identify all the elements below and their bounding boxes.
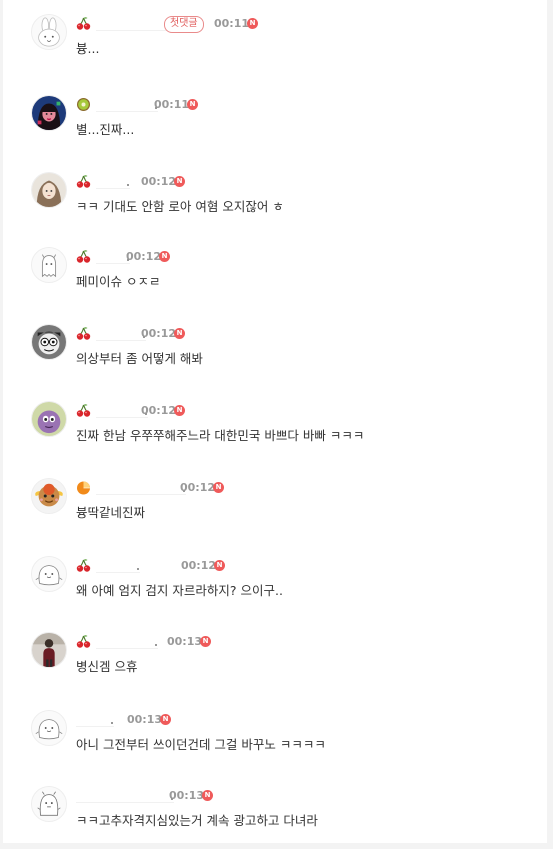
avatar[interactable]	[31, 247, 67, 283]
cherry-level-icon	[76, 249, 91, 264]
new-badge-icon: N	[247, 18, 258, 29]
avatar[interactable]	[31, 710, 67, 746]
cherry-level-icon	[76, 403, 91, 418]
comment-text: 별...진짜...	[76, 122, 135, 137]
nickname-redacted[interactable]	[96, 174, 130, 189]
avatar[interactable]	[31, 786, 67, 822]
comment-text: 왜 아예 엄지 검지 자르라하지? 으이구..	[76, 583, 283, 598]
comment-time: 00:12	[141, 327, 177, 340]
nickname-redacted[interactable]	[96, 97, 158, 112]
comment-time: 00:13	[127, 713, 163, 726]
comment-text: 아니 그전부터 쓰이던건데 그걸 바꾸노 ㅋㅋㅋㅋ	[76, 737, 326, 752]
avatar[interactable]	[31, 556, 67, 592]
nickname-fragment	[137, 568, 139, 570]
nickname-redacted[interactable]	[76, 712, 114, 727]
comment-text: ㅋㅋ 기대도 안함 로아 여혐 오지잖어 ㅎ	[76, 199, 284, 214]
avatar[interactable]	[31, 324, 67, 360]
comment-time: 00:11	[214, 17, 250, 30]
avatar[interactable]	[31, 172, 67, 208]
avatar[interactable]	[31, 478, 67, 514]
nickname-redacted[interactable]	[96, 558, 140, 573]
comment-time: 00:12	[180, 481, 216, 494]
new-badge-icon: N	[214, 560, 225, 571]
new-badge-icon: N	[174, 328, 185, 339]
new-badge-icon: N	[160, 714, 171, 725]
comment-item: 00:12 N 븅딱같네진짜	[3, 464, 547, 541]
comment-item: 00:11 N 별...진짜...	[3, 81, 547, 158]
nickname-fragment	[155, 644, 157, 646]
new-badge-icon: N	[200, 636, 211, 647]
avatar[interactable]	[31, 95, 67, 131]
avatar[interactable]	[31, 401, 67, 437]
comment-time: 00:12	[141, 175, 177, 188]
comment-text: ㅋㅋ고추자격지심있는거 계속 광고하고 다녀라	[76, 813, 318, 828]
cherry-level-icon	[76, 174, 91, 189]
comment-text: 의상부터 좀 어떻게 해봐	[76, 351, 203, 366]
new-badge-icon: N	[159, 251, 170, 262]
new-badge-icon: N	[202, 790, 213, 801]
cherry-level-icon	[76, 326, 91, 341]
comment-item: 00:12 N 의상부터 좀 어떻게 해봐	[3, 310, 547, 387]
comment-text: 페미이슈 ㅇㅈㄹ	[76, 274, 161, 289]
comment-text: 븅딱같네진짜	[76, 505, 146, 520]
avatar[interactable]	[31, 14, 67, 50]
comment-item: 첫댓글 00:11 N 븅...	[3, 0, 547, 77]
cherry-level-icon	[76, 16, 91, 31]
nickname-redacted[interactable]	[96, 480, 186, 495]
orange-level-icon	[76, 480, 91, 495]
avatar[interactable]	[31, 632, 67, 668]
comment-text: 븅...	[76, 41, 100, 56]
comment-text: 진짜 한남 우쭈쭈해주느라 대한민국 바쁘다 바빠 ㅋㅋㅋ	[76, 428, 365, 443]
comment-time: 00:12	[181, 559, 217, 572]
comment-time: 00:13	[169, 789, 205, 802]
nickname-redacted[interactable]	[96, 249, 130, 264]
comment-text: 병신겜 으휴	[76, 659, 138, 674]
comment-time: 00:12	[126, 250, 162, 263]
comment-item: 00:13 N 병신겜 으휴	[3, 618, 547, 695]
comment-time: 00:13	[167, 635, 203, 648]
kiwi-level-icon	[76, 97, 91, 112]
comment-item: 00:12 N 진짜 한남 우쭈쭈해주느라 대한민국 바쁘다 바빠 ㅋㅋㅋ	[3, 387, 547, 464]
nickname-redacted[interactable]	[96, 326, 146, 341]
nickname-fragment	[111, 722, 113, 724]
comment-time: 00:12	[141, 404, 177, 417]
comment-item: 00:13 N 아니 그전부터 쓰이던건데 그걸 바꾸노 ㅋㅋㅋㅋ	[3, 696, 547, 773]
new-badge-icon: N	[187, 99, 198, 110]
nickname-fragment	[127, 184, 129, 186]
new-badge-icon: N	[213, 482, 224, 493]
comment-item: 00:13 N ㅋㅋ고추자격지심있는거 계속 광고하고 다녀라	[3, 772, 547, 849]
first-comment-badge: 첫댓글	[164, 16, 204, 33]
new-badge-icon: N	[174, 405, 185, 416]
comment-time: 00:11	[154, 98, 190, 111]
cherry-level-icon	[76, 634, 91, 649]
new-badge-icon: N	[174, 176, 185, 187]
nickname-redacted[interactable]	[96, 634, 158, 649]
comment-item: 00:12 N 페미이슈 ㅇㅈㄹ	[3, 233, 547, 310]
nickname-redacted[interactable]	[76, 788, 174, 803]
comment-item: 00:12 N 왜 아예 엄지 검지 자르라하지? 으이구..	[3, 542, 547, 619]
comment-list: 첫댓글 00:11 N 븅... 00:11 N 별...진짜... 00:12 N ㅋㅋ 기대도…	[3, 0, 547, 843]
cherry-level-icon	[76, 558, 91, 573]
comment-item: 00:12 N ㅋㅋ 기대도 안함 로아 여혐 오지잖어 ㅎ	[3, 158, 547, 235]
